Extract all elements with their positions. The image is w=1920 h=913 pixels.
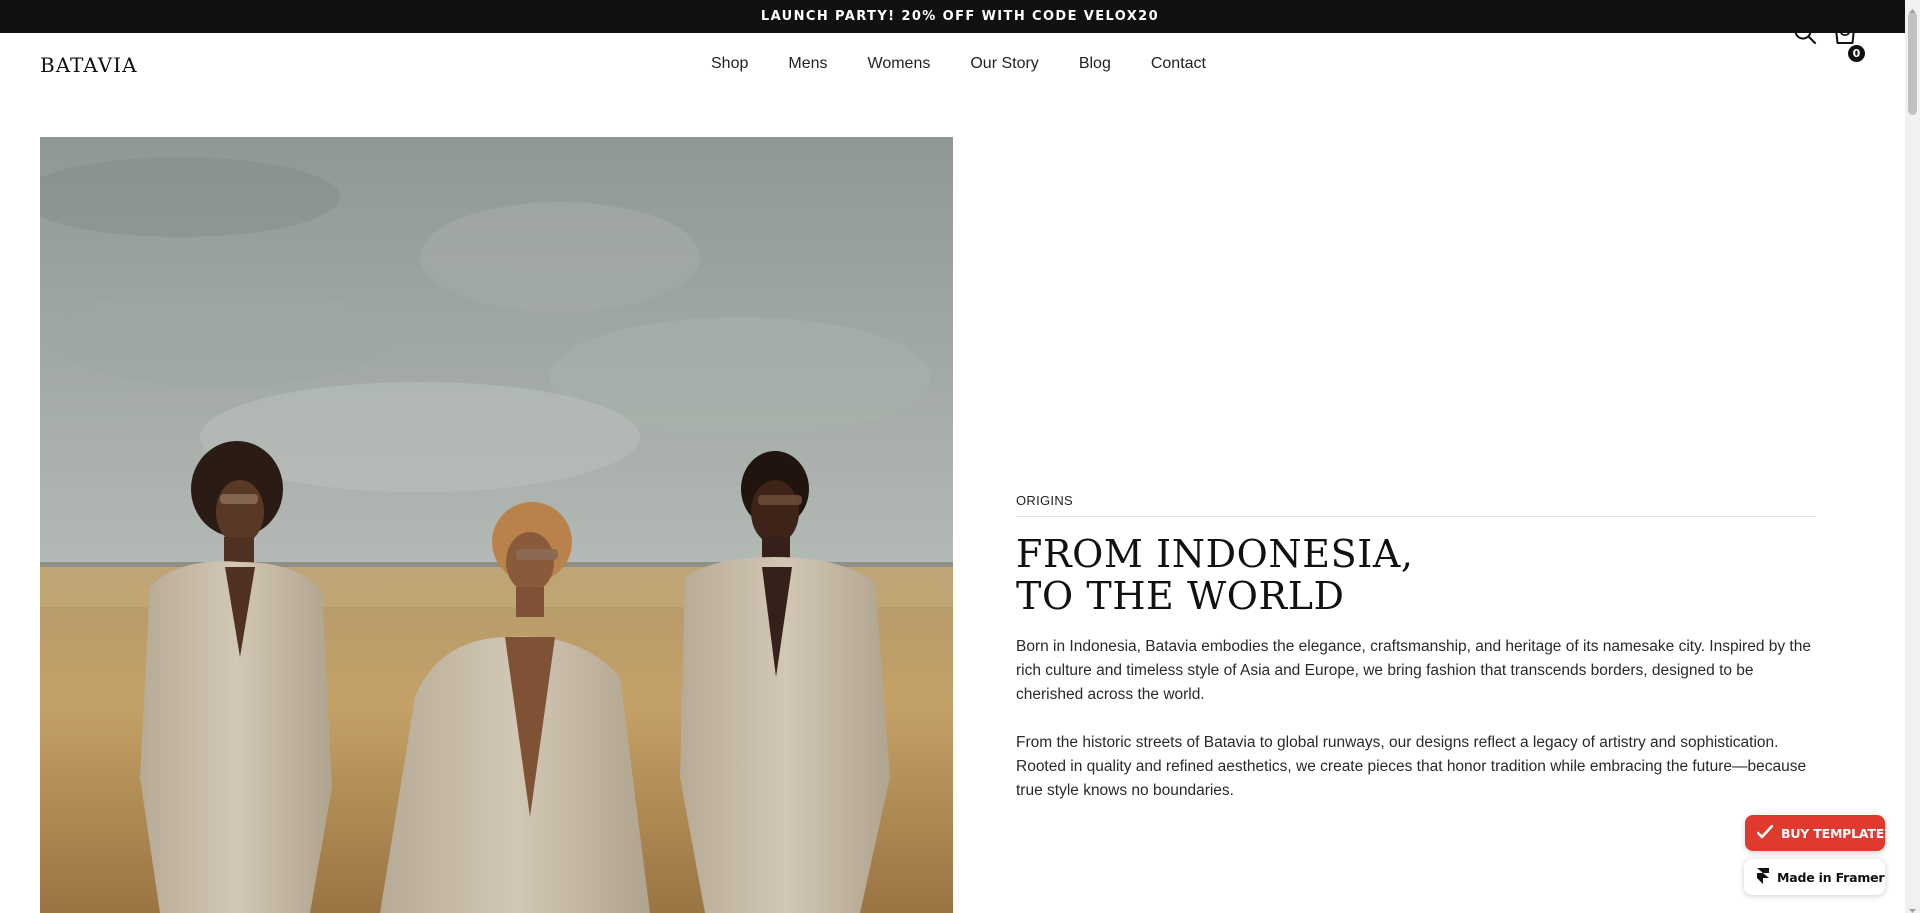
cart-count-badge: 0 (1848, 45, 1865, 62)
origins-paragraph-2: From the historic streets of Batavia to … (1016, 734, 1807, 799)
announcement-text: LAUNCH PARTY! 20% OFF WITH CODE VELOX20 (760, 9, 1160, 24)
origins-section: ORIGINS FROM INDONESIA, TO THE WORLD Bor… (1016, 493, 1816, 803)
scrollbar-thumb[interactable] (1908, 12, 1917, 115)
title-line-2: TO THE WORLD (1016, 574, 1345, 618)
scrollbar-track[interactable] (1905, 0, 1920, 913)
nav-contact[interactable]: Contact (1151, 55, 1206, 73)
title-line-1: FROM INDONESIA, (1016, 532, 1414, 576)
nav-mens[interactable]: Mens (788, 55, 827, 73)
scroll-down-arrow-icon[interactable] (1908, 902, 1917, 913)
nav-our-story[interactable]: Our Story (970, 55, 1038, 73)
framer-logo-icon (1757, 867, 1769, 887)
buy-template-label: BUY TEMPLATE (1781, 825, 1885, 841)
buy-template-button[interactable]: BUY TEMPLATE (1745, 815, 1885, 851)
made-in-framer-button[interactable]: Made in Framer (1744, 859, 1885, 895)
section-eyebrow: ORIGINS (1016, 493, 1816, 517)
brand-logo[interactable]: BATAVIA (40, 53, 138, 77)
section-title: FROM INDONESIA, TO THE WORLD (1016, 533, 1816, 617)
shopping-bag-icon[interactable] (1832, 20, 1858, 46)
nav-blog[interactable]: Blog (1079, 55, 1111, 73)
origins-paragraph-1: Born in Indonesia, Batavia embodies the … (1016, 638, 1811, 703)
scroll-up-arrow-icon[interactable] (1908, 2, 1917, 13)
nav-shop[interactable]: Shop (711, 55, 748, 73)
hero-image (40, 137, 953, 913)
checkmark-icon (1756, 824, 1774, 842)
made-in-framer-label: Made in Framer (1777, 869, 1885, 885)
search-icon[interactable] (1792, 20, 1818, 46)
site-header: BATAVIA Shop Mens Womens Our Story Blog … (0, 33, 1920, 97)
announcement-bar: LAUNCH PARTY! 20% OFF WITH CODE VELOX20 (0, 0, 1920, 33)
nav-womens[interactable]: Womens (868, 55, 931, 73)
main-nav: Shop Mens Womens Our Story Blog Contact (711, 55, 1206, 73)
